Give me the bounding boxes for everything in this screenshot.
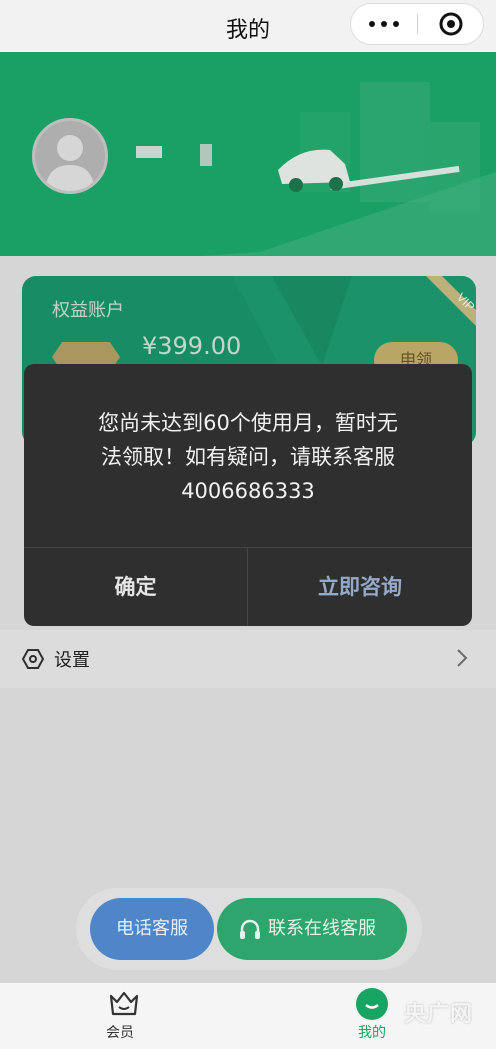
dialog-message-line-3: 4006686333 [181, 479, 315, 503]
more-menu-icon[interactable] [351, 4, 417, 44]
consult-now-button[interactable]: 立即咨询 [248, 548, 472, 626]
online-service-label: 联系在线客服 [268, 918, 376, 939]
confirm-button[interactable]: 确定 [24, 548, 247, 626]
dialog-message: 您尚未达到60个使用月，暂时无 法领取！如有疑问，请联系客服 400668633… [24, 406, 472, 508]
phone-service-button[interactable]: 电话客服 [90, 898, 214, 960]
dialog-message-line-1: 您尚未达到60个使用月，暂时无 [98, 411, 398, 435]
alert-dialog: 您尚未达到60个使用月，暂时无 法领取！如有疑问，请联系客服 400668633… [24, 364, 472, 626]
headset-icon [240, 919, 260, 939]
crown-icon[interactable] [108, 990, 140, 1018]
mini-program-capsule [350, 3, 484, 45]
tab-member-label[interactable]: 会员 [106, 1022, 134, 1042]
tab-mine-label[interactable]: 我的 [358, 1022, 386, 1042]
close-target-icon[interactable] [439, 12, 463, 36]
capsule-divider [417, 14, 418, 34]
dialog-message-line-2: 法领取！如有疑问，请联系客服 [101, 445, 395, 469]
smile-icon[interactable] [356, 988, 388, 1020]
watermark: 央广网 [404, 1002, 474, 1027]
